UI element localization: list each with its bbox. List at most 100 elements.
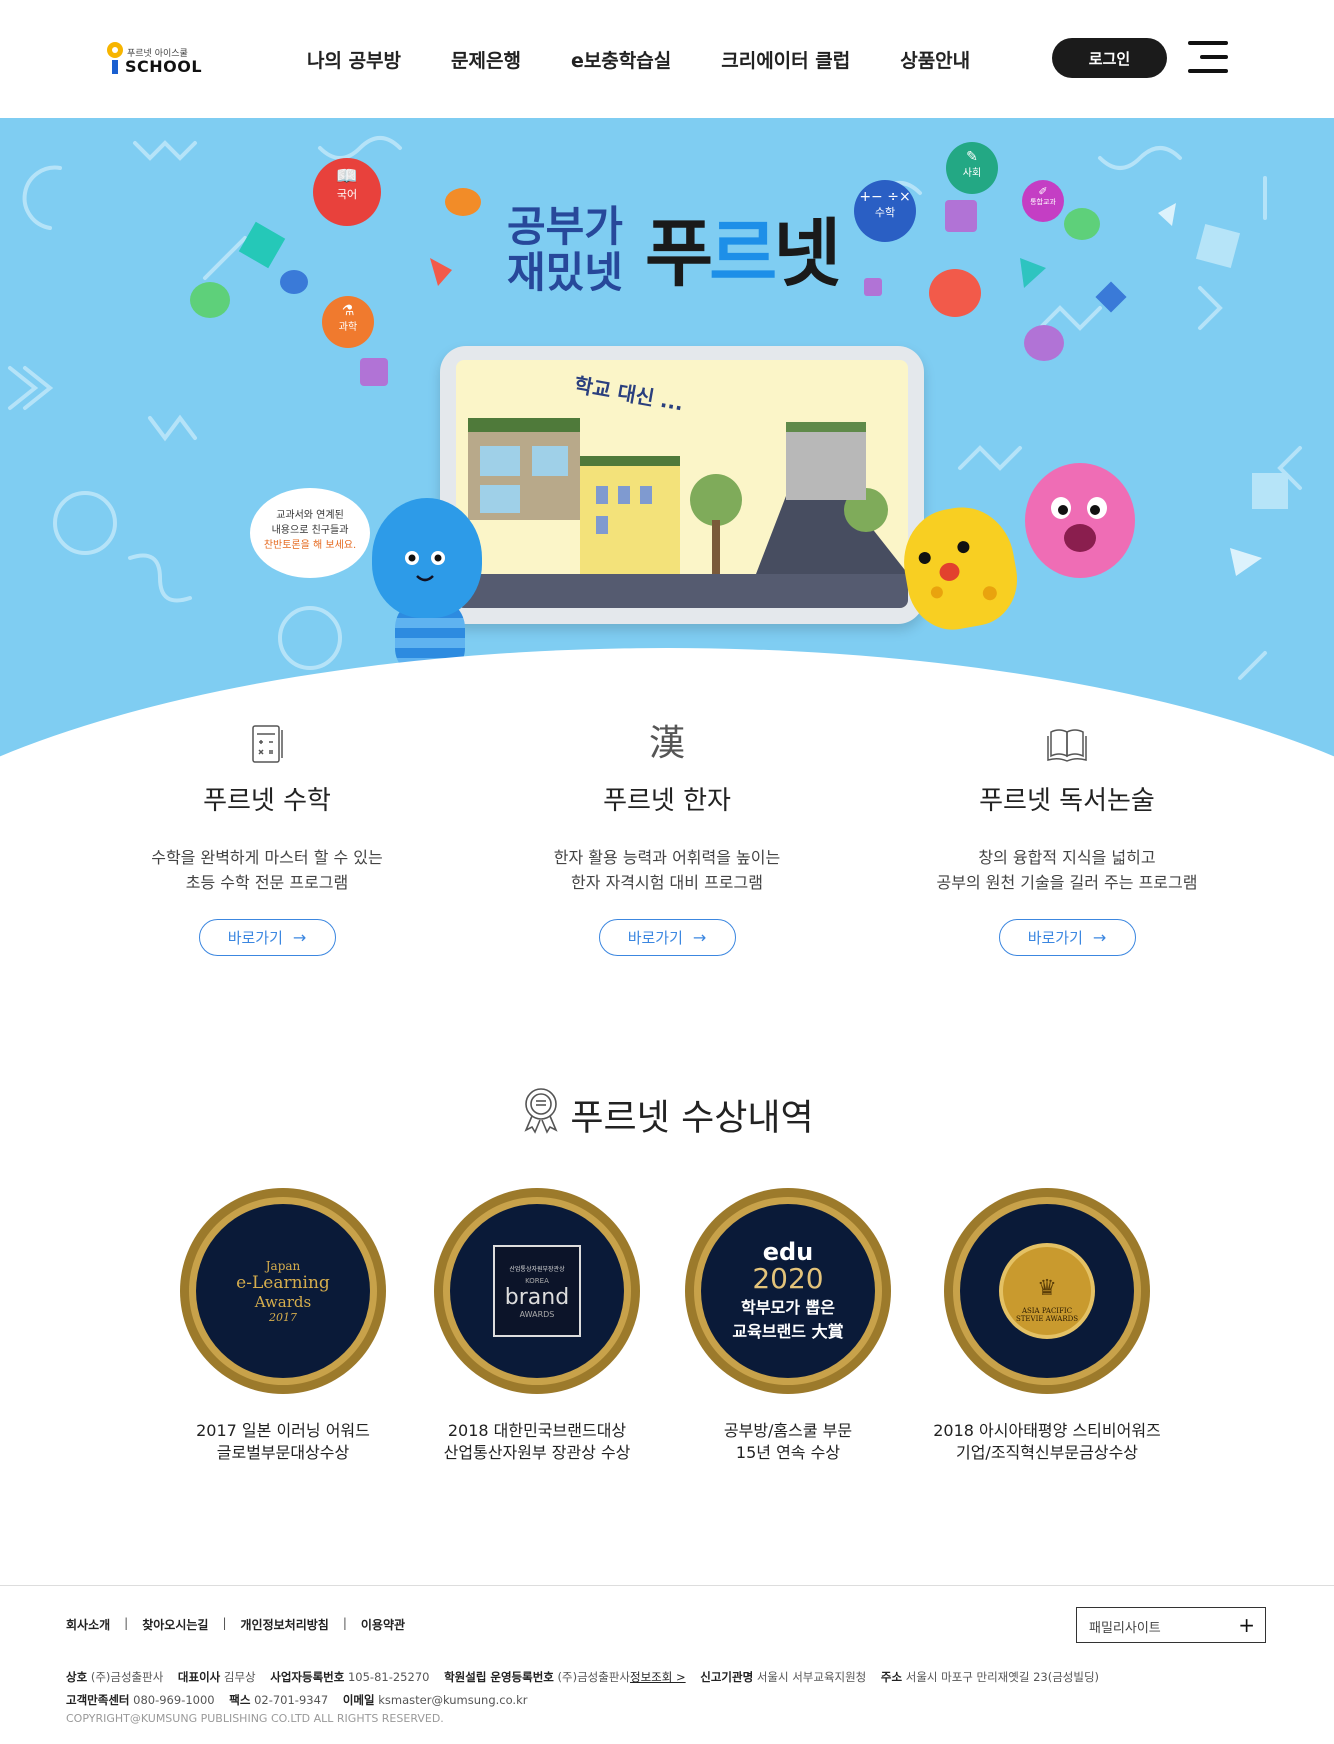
badge-text: e-Learning: [236, 1272, 330, 1293]
family-site-select[interactable]: 패밀리사이트 +: [1076, 1607, 1266, 1643]
info-label: 상호: [66, 1670, 88, 1684]
brand-title-char: 넷: [773, 211, 841, 297]
feather-icon: ✎: [966, 149, 978, 165]
feature-desc-line1: 한자 활용 능력과 어휘력을 높이는: [553, 848, 781, 867]
award-ribbon-icon: [520, 1086, 562, 1143]
go-button-hanja[interactable]: 바로가기 →: [598, 919, 736, 956]
feature-desc-line1: 수학을 완벽하게 마스터 할 수 있는: [151, 848, 383, 867]
nav-products[interactable]: 상품안내: [900, 46, 970, 72]
hero-banner[interactable]: 📖 국어 ⚗ 과학 +− ÷× 수학 ✎ 사회 ✐ 통합교과 공부가 재밌넷 푸르넷 학교…: [0, 118, 1334, 758]
info-value: 105-81-25270: [347, 1670, 430, 1684]
yellow-character: [895, 499, 1025, 637]
award-medal: 산업통상자원부장관상 KOREA brand AWARDS: [434, 1188, 640, 1394]
subject-korean-badge[interactable]: 📖 국어: [313, 158, 381, 226]
info-value: 김무상: [223, 1670, 256, 1684]
info-value: 서울시 마포구 만리재옛길 23(금성빌딩): [905, 1670, 1100, 1684]
feature-title: 푸르넷 한자: [603, 786, 731, 816]
pink-character: [1025, 463, 1135, 578]
footer-link-privacy[interactable]: 개인정보처리방침: [241, 1616, 329, 1633]
award-medal: ♛ ASIA PACIFIC STEVIE AWARDS: [944, 1188, 1150, 1394]
award-caption: 공부방/홈스쿨 부문 15년 연속 수상: [648, 1420, 928, 1464]
info-value: ksmaster@kumsung.co.kr: [378, 1693, 528, 1707]
subject-label: 수학: [874, 206, 896, 219]
subject-social-badge[interactable]: ✎ 사회: [946, 142, 998, 194]
badge-text: STEVIE AWARDS: [1015, 1315, 1079, 1323]
award-caption-line1: 공부방/홈스쿨 부문: [723, 1421, 853, 1440]
award-medal: Japan e-Learning Awards 2017: [180, 1188, 386, 1394]
hero-title-line1: 공부가: [507, 202, 623, 251]
logo-bar: [112, 60, 118, 74]
nav-my-study[interactable]: 나의 공부방: [307, 46, 401, 72]
feature-description: 창의 융합적 지식을 넓히고 공부의 원천 기술을 길러 주는 프로그램: [907, 845, 1227, 895]
feature-title: 푸르넷 수학: [203, 786, 331, 816]
nav-e-supplementary[interactable]: e보충학습실: [571, 46, 671, 72]
feature-hanja: 漢 푸르넷 한자 한자 활용 능력과 어휘력을 높이는 한자 자격시험 대비 프…: [507, 722, 827, 956]
subject-label: 사회: [962, 168, 982, 179]
subject-label: 과학: [338, 322, 358, 333]
footer-links: 회사소개 | 찾아오시는길 | 개인정보처리방침 | 이용약관: [66, 1616, 406, 1633]
logo[interactable]: 푸르넷 아이스쿨 SCHOOL: [105, 42, 205, 78]
arrow-right-icon: →: [292, 928, 307, 947]
info-value: 02-701-9347: [254, 1693, 329, 1707]
footer-link-terms[interactable]: 이용약관: [361, 1616, 405, 1633]
badge-text: brand: [504, 1284, 570, 1310]
info-value: (주)금성출판사: [557, 1670, 630, 1684]
go-button-label: 바로가기: [1027, 929, 1083, 947]
awards-section-title: 푸르넷 수상내역: [0, 1086, 1334, 1143]
badge-text: edu: [762, 1238, 814, 1266]
feature-desc-line2: 초등 수학 전문 프로그램: [185, 873, 349, 892]
family-site-label: 패밀리사이트: [1089, 1621, 1161, 1636]
award-caption-line1: 2017 일본 이러닝 어워드: [196, 1421, 370, 1440]
info-label: 팩스: [229, 1693, 251, 1707]
blue-character-face: [405, 551, 445, 582]
info-label: 이메일: [342, 1693, 375, 1707]
feature-reading: 푸르넷 독서논술 창의 융합적 지식을 넓히고 공부의 원천 기술을 길러 주는…: [907, 722, 1227, 956]
subject-science-badge[interactable]: ⚗ 과학: [322, 296, 374, 348]
feature-desc-line1: 창의 융합적 지식을 넓히고: [978, 848, 1156, 867]
brand-title-char: 푸: [645, 211, 713, 297]
book-icon: [1045, 722, 1089, 766]
tablet-illustration: 학교 대신 ...: [440, 346, 924, 624]
info-value: 080-969-1000: [133, 1693, 215, 1707]
badge-text: 2020: [752, 1262, 824, 1295]
main-nav: 나의 공부방 문제은행 e보충학습실 크리에이터 클럽 상품안내: [307, 46, 1020, 72]
feature-math: 푸르넷 수학 수학을 완벽하게 마스터 할 수 있는 초등 수학 전문 프로그램…: [107, 722, 427, 956]
site-footer: 회사소개 | 찾아오시는길 | 개인정보처리방침 | 이용약관 패밀리사이트 + 상호…: [0, 1585, 1334, 1744]
speech-line: 찬반토론을 해 보세요.: [263, 540, 357, 551]
copyright: COPYRIGHT@KUMSUNG PUBLISHING CO.LTD ALL …: [66, 1712, 444, 1725]
nav-question-bank[interactable]: 문제은행: [451, 46, 521, 72]
pencil-icon: ✐: [1038, 185, 1048, 198]
award-edu-2020: edu 2020 학부모가 뽑은 교육브랜드 大賞 공부방/홈스쿨 부문 15년…: [648, 1188, 928, 1464]
info-lookup-link[interactable]: 정보조회 >: [630, 1670, 686, 1684]
subject-integrated-badge[interactable]: ✐ 통합교과: [1022, 180, 1064, 222]
info-label: 학원설립 운영등록번호: [444, 1670, 554, 1684]
info-label: 신고기관명: [700, 1670, 754, 1684]
go-button-math[interactable]: 바로가기 →: [198, 919, 336, 956]
calculator-icon: [245, 722, 289, 766]
badge-text: ASIA PACIFIC: [1021, 1307, 1073, 1315]
badge-text: AWARDS: [519, 1309, 555, 1319]
footer-link-directions[interactable]: 찾아오시는길: [142, 1616, 208, 1633]
badge-text: Japan: [265, 1258, 301, 1273]
footer-link-company[interactable]: 회사소개: [66, 1616, 110, 1633]
feature-description: 한자 활용 능력과 어휘력을 높이는 한자 자격시험 대비 프로그램: [507, 845, 827, 895]
award-caption: 2018 아시아태평양 스티비어워즈 기업/조직혁신부문금상수상: [907, 1420, 1187, 1464]
feature-title: 푸르넷 독서논술: [979, 786, 1155, 816]
math-operators-icon: +− ÷×: [859, 189, 911, 205]
login-button[interactable]: 로그인: [1052, 38, 1167, 78]
subject-label: 국어: [336, 188, 358, 201]
logo-title: SCHOOL: [125, 57, 203, 76]
award-caption-line2: 15년 연속 수상: [735, 1443, 841, 1462]
badge-text: 산업통상자원부장관상: [509, 1265, 565, 1273]
info-label: 사업자등록번호: [270, 1670, 345, 1684]
award-caption-line2: 기업/조직혁신부문금상수상: [955, 1443, 1139, 1462]
award-caption-line1: 2018 아시아태평양 스티비어워즈: [933, 1421, 1161, 1440]
go-button-label: 바로가기: [227, 929, 283, 947]
award-caption-line1: 2018 대한민국브랜드대상: [447, 1421, 627, 1440]
subject-math-badge[interactable]: +− ÷× 수학: [854, 180, 916, 242]
award-caption-line2: 글로벌부문대상수상: [216, 1443, 350, 1462]
nav-creator-club[interactable]: 크리에이터 클럽: [721, 46, 850, 72]
go-button-reading[interactable]: 바로가기 →: [998, 919, 1136, 956]
school-illustration: [456, 418, 908, 608]
hamburger-menu-icon[interactable]: [1188, 41, 1228, 75]
